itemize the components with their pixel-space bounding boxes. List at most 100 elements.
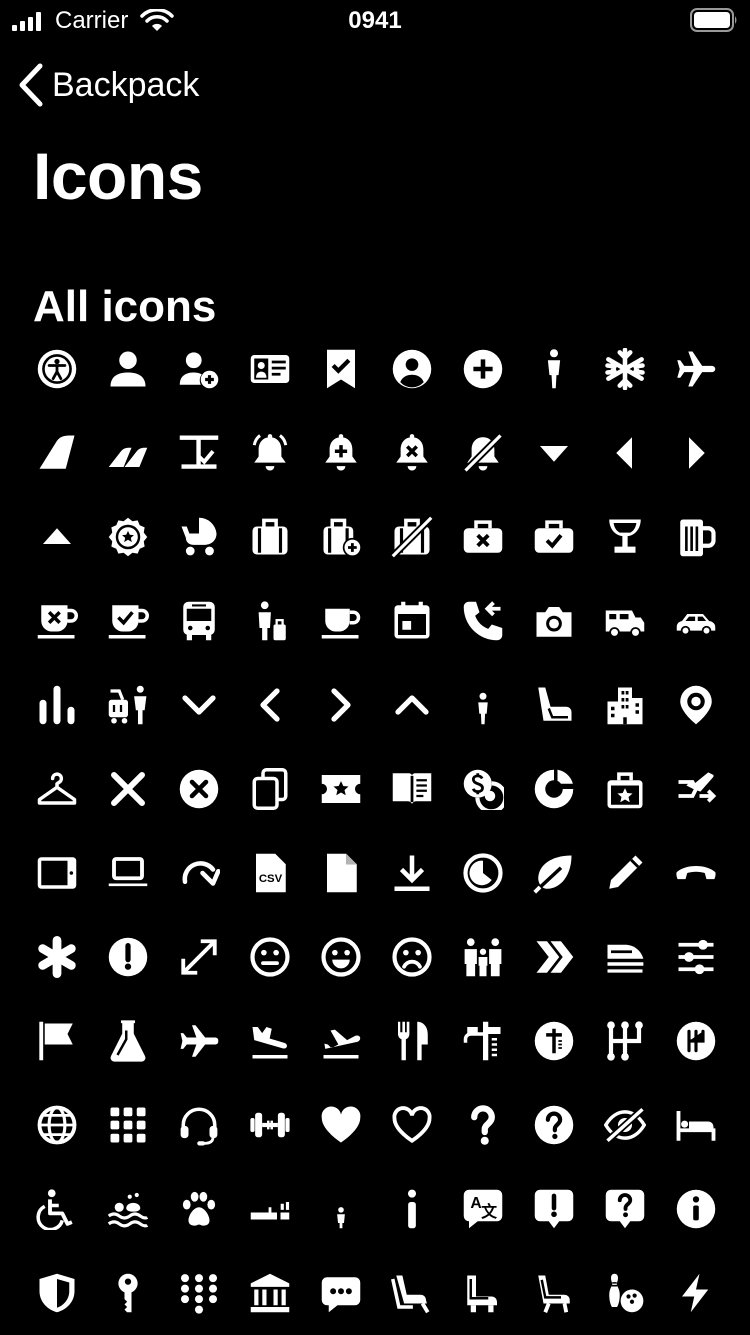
icon-cell-child-seat (518, 663, 589, 747)
icon-cell-flag (21, 999, 92, 1083)
fuel-icon (463, 1021, 500, 1061)
icon-cell-lounge-recline (518, 1251, 589, 1335)
icon-cell-beer (660, 495, 731, 579)
redo-icon (182, 861, 220, 886)
face-happy-icon (320, 937, 361, 977)
icon-cell-face-sad (376, 915, 447, 999)
icon-cell-information-circle (660, 1167, 731, 1251)
icon-cell-bus (163, 579, 234, 663)
status-bar: Carrier 0941 (0, 0, 750, 40)
beverage-checked-icon (108, 605, 149, 639)
lounge-seat-icon (466, 1275, 497, 1313)
svg-text:CSV: CSV (258, 873, 282, 885)
beverage-remove-icon (37, 605, 78, 639)
arrow-left-icon (615, 437, 632, 469)
status-time: 0941 (348, 7, 402, 34)
battery-icon (690, 8, 737, 32)
cafe-icon (321, 608, 360, 639)
city-center-icon (679, 685, 712, 725)
icon-cell-car (660, 579, 731, 663)
icon-cell-beverage-remove (21, 579, 92, 663)
food-icon (397, 1021, 428, 1061)
baggage-add-icon (323, 518, 362, 558)
icon-cell-wheelchair (21, 1167, 92, 1251)
icon-cell-globe (21, 1083, 92, 1167)
page-title: Icons (33, 139, 203, 213)
flight-icon (180, 1025, 218, 1057)
bowling-icon (608, 1273, 643, 1313)
icon-cell-chevron-right (305, 663, 376, 747)
flask-icon (110, 1020, 145, 1062)
icon-cell-business (234, 579, 305, 663)
chevron-left-icon (19, 63, 43, 107)
icon-cell-message-alert (518, 1167, 589, 1251)
beer-icon (679, 519, 716, 557)
chevron-down-icon (181, 695, 216, 715)
icon-cell-add-circle (447, 327, 518, 411)
icon-cell-help-circle (518, 1083, 589, 1167)
icon-cell-coupon (305, 747, 376, 831)
end-call-icon (675, 866, 716, 880)
icon-cell-beverage-checked (92, 579, 163, 663)
icon-cell-chevron-up (376, 663, 447, 747)
back-button[interactable]: Backpack (16, 60, 199, 110)
icon-cell-information (376, 1167, 447, 1251)
icon-row (21, 1083, 731, 1167)
download-icon (394, 855, 429, 892)
icon-cell-aircraft (660, 327, 731, 411)
icon-cell-chat (305, 1251, 376, 1335)
alert-icon (252, 434, 287, 471)
icon-cell-infant (305, 1167, 376, 1251)
air-con-icon (604, 348, 645, 390)
icon-cell-no-smoking (234, 1167, 305, 1251)
icon-cell-flight-landing (234, 999, 305, 1083)
icon-cell-account-add (163, 327, 234, 411)
icon-cell-airline (21, 411, 92, 495)
icon-cell-tablet (21, 831, 92, 915)
bookmark-checked-icon (326, 349, 355, 389)
icon-row (21, 915, 731, 999)
svg-text:A: A (470, 1195, 481, 1212)
section-title: All icons (33, 282, 217, 331)
icon-cell-family (447, 915, 518, 999)
aircraft-icon (676, 351, 715, 387)
exclamation-circle-icon (108, 937, 147, 977)
asterisk-icon (37, 936, 76, 978)
information-icon (407, 1189, 416, 1229)
icon-cell-cloakroom (21, 747, 92, 831)
icon-cell-pet (163, 1167, 234, 1251)
icon-cell-baggage-checked (518, 495, 589, 579)
airline-multiple-icon (108, 447, 147, 467)
icon-cell-close (92, 747, 163, 831)
calendar-icon (394, 601, 429, 639)
grid-icon (110, 1107, 145, 1143)
pet-icon (182, 1191, 215, 1226)
cloakroom-icon (37, 772, 76, 805)
icon-cell-gears-circle (660, 999, 731, 1083)
icon-cell-hotels (660, 1083, 731, 1167)
icon-cell-fast-train (589, 915, 660, 999)
icon-cell-credit (376, 747, 447, 831)
icon-cell-arrow-right (660, 411, 731, 495)
icon-cell-city (589, 663, 660, 747)
icon-cell-lounge (376, 1251, 447, 1335)
chevron-left-icon (259, 688, 280, 722)
icon-row (21, 327, 731, 411)
csv-file-icon: CSV (255, 853, 286, 893)
icon-cell-close-circle (163, 747, 234, 831)
icon-cell-heart-outline (376, 1083, 447, 1167)
icon-cell-expand (163, 915, 234, 999)
icon-cell-alert-off (447, 411, 518, 495)
icon-cell-heart (305, 1083, 376, 1167)
icon-cell-chevron-down (163, 663, 234, 747)
icon-cell-headset (163, 1083, 234, 1167)
charts-icon (39, 685, 74, 725)
coupon-icon (321, 775, 360, 803)
baggage-remove-icon (463, 520, 502, 553)
icon-cell-laptop (92, 831, 163, 915)
gears-circle-icon (676, 1021, 715, 1061)
icon-cell-message-help (589, 1167, 660, 1251)
icon-cell-account-circle (376, 327, 447, 411)
lounge-icon (390, 1275, 429, 1314)
fast-train-icon (607, 944, 643, 973)
